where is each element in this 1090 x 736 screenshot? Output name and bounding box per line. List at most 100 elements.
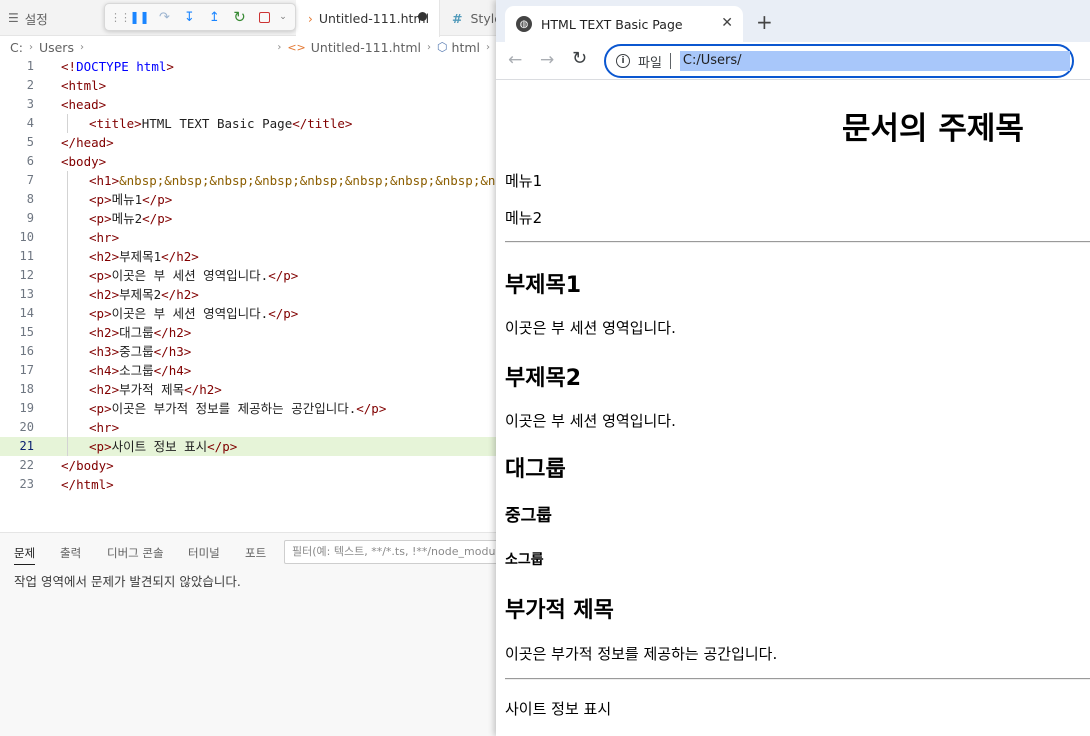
code-line[interactable]: 18 <h2>부가적 제목</h2> (0, 380, 496, 399)
code-token: > (111, 325, 120, 340)
code-token: head (68, 97, 99, 112)
line-number: 6 (26, 154, 34, 168)
code-line[interactable]: 8 <p>메뉴1</p> (0, 190, 496, 209)
code-line[interactable]: 9 <p>메뉴2</p> (0, 209, 496, 228)
breadcrumb: C: › Users › › <> Untitled-111.html › ⬡ … (0, 37, 496, 57)
panel-tab-problems[interactable]: 문제 (14, 545, 36, 565)
code-token: hr (96, 420, 112, 435)
code-line[interactable]: 22 </body> (0, 456, 496, 475)
code-line[interactable]: 3 <head> (0, 95, 496, 114)
step-into-icon[interactable]: ↧ (177, 5, 202, 29)
code-line[interactable]: 11 <h2>부제목1</h2> (0, 247, 496, 266)
panel-tab-ports[interactable]: 포트 (245, 545, 266, 561)
code-token: > (344, 116, 353, 131)
browser-tab[interactable]: ◍ HTML TEXT Basic Page ✕ (505, 6, 743, 42)
drag-handle-icon[interactable]: ⋮⋮ (110, 5, 131, 29)
code-token: h2 (96, 287, 112, 302)
code-token: h2 (96, 382, 112, 397)
tab-settings[interactable]: ☰ 설정 (8, 0, 48, 36)
code-line[interactable]: 5 </head> (0, 133, 496, 152)
chevron-down-icon[interactable]: ⌄ (277, 5, 289, 29)
code-line[interactable]: 19 <p>이곳은 부가적 정보를 제공하는 공간입니다.</p> (0, 399, 496, 418)
new-tab-icon[interactable]: + (756, 10, 773, 34)
code-line[interactable]: 13 <h2>부제목2</h2> (0, 285, 496, 304)
panel-tab-output[interactable]: 출력 (60, 545, 81, 561)
code-token: body (76, 458, 107, 473)
pause-icon[interactable]: ❚❚ (127, 5, 152, 29)
code-token: hr (96, 230, 112, 245)
code-line[interactable]: 10 <hr> (0, 228, 496, 247)
code-token: h2 (176, 249, 192, 264)
code-token: h2 (168, 325, 184, 340)
step-over-icon[interactable]: ↷ (152, 5, 177, 29)
code-area[interactable]: 1 <!DOCTYPE html> 2 <html> 3 <head> 4 <title>HT… (0, 57, 496, 497)
address-bar[interactable]: i 파일 C:/Users/ (604, 44, 1074, 78)
code-line[interactable]: 1 <!DOCTYPE html> (0, 57, 496, 76)
code-token: > (98, 78, 107, 93)
code-line[interactable]: 7 <h1>&nbsp;&nbsp;&nbsp;&nbsp;&nbsp;&nbsp… (0, 171, 496, 190)
info-icon[interactable]: i (616, 54, 630, 68)
code-token: > (98, 154, 107, 169)
code-token: </ (292, 116, 308, 131)
code-line[interactable]: 21 <p>사이트 정보 표시</p> (0, 437, 496, 456)
indent-guide (67, 380, 68, 399)
line-number: 4 (26, 116, 34, 130)
stop-icon[interactable] (252, 5, 277, 29)
code-token: > (378, 401, 387, 416)
back-arrow-icon[interactable]: ← (508, 50, 522, 70)
tab-style-label: Style (470, 10, 496, 26)
code-token: 부가적 제목 (119, 382, 185, 397)
code-token: < (89, 249, 97, 264)
code-line[interactable]: 16 <h3>중그룹</h3> (0, 342, 496, 361)
breadcrumb-file[interactable]: Untitled-111.html (311, 40, 421, 55)
tab-style[interactable]: # Style (452, 0, 496, 36)
tab-untitled-file[interactable]: › Untitled-111.html (296, 0, 440, 37)
breadcrumb-node[interactable]: html (452, 40, 480, 55)
code-text: </body> (61, 456, 114, 475)
chevron-right-icon: › (79, 41, 84, 53)
line-number: 18 (19, 382, 34, 396)
tab-settings-label: 설정 (24, 11, 48, 27)
code-token: html (76, 477, 107, 492)
indent-guide (67, 285, 68, 304)
line-number: 14 (19, 306, 34, 320)
code-line[interactable]: 14 <p>이곳은 부 세션 영역입니다.</p> (0, 304, 496, 323)
code-line[interactable]: 2 <html> (0, 76, 496, 95)
forward-arrow-icon[interactable]: → (540, 50, 554, 70)
code-token: h2 (199, 382, 215, 397)
indent-guide (67, 228, 68, 247)
unsaved-dot-icon[interactable] (418, 12, 427, 21)
code-token: p (96, 268, 105, 283)
tab-file-label: Untitled-111.html (318, 11, 430, 26)
code-line[interactable]: 20 <hr> (0, 418, 496, 437)
code-text: <h4>소그룹</h4> (89, 361, 191, 380)
code-token: < (89, 325, 97, 340)
close-icon[interactable]: ✕ (721, 15, 733, 31)
code-token: > (104, 211, 112, 226)
panel-tab-terminal[interactable]: 터미널 (188, 545, 220, 561)
code-token: < (61, 154, 69, 169)
code-token: html (136, 59, 167, 74)
code-line[interactable]: 23 </html> (0, 475, 496, 494)
panel-tab-debug-console[interactable]: 디버그 콘솔 (107, 545, 164, 561)
code-text: <p>메뉴2</p> (89, 209, 172, 228)
line-number: 11 (19, 249, 34, 263)
code-token: < (89, 306, 97, 321)
code-token: < (89, 116, 97, 131)
breadcrumb-drive[interactable]: C: (10, 40, 23, 55)
breadcrumb-users[interactable]: Users (39, 40, 74, 55)
code-line[interactable]: 4 <title>HTML TEXT Basic Page</title> (0, 114, 496, 133)
step-out-icon[interactable]: ↥ (202, 5, 227, 29)
code-line[interactable]: 6 <body> (0, 152, 496, 171)
code-text: <body> (61, 152, 106, 171)
problems-filter-input[interactable]: 필터(예: 텍스트, **/*.ts, !**/node_modu (284, 540, 496, 564)
code-line[interactable]: 15 <h2>대그룹</h2> (0, 323, 496, 342)
browser-tab-strip: ◍ HTML TEXT Basic Page ✕ + (496, 0, 1090, 42)
url-text[interactable]: C:/Users/ (679, 51, 1070, 71)
code-line[interactable]: 12 <p>이곳은 부 세션 영역입니다.</p> (0, 266, 496, 285)
reload-icon[interactable]: ↻ (572, 48, 587, 69)
line-number: 17 (19, 363, 34, 377)
code-token: </ (153, 344, 169, 359)
code-line[interactable]: 17 <h4>소그룹</h4> (0, 361, 496, 380)
restart-icon[interactable]: ↻ (227, 5, 252, 29)
